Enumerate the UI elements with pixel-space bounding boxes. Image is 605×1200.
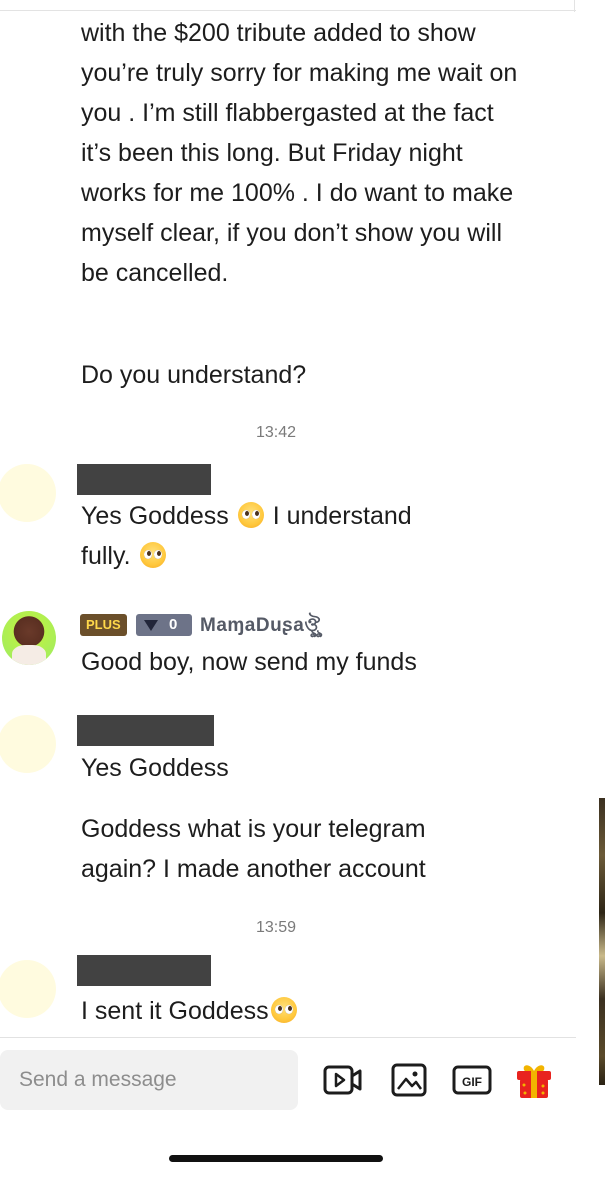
composer-divider	[0, 1037, 576, 1038]
image-icon[interactable]	[389, 1062, 429, 1098]
home-indicator[interactable]	[169, 1155, 383, 1162]
message-text-part: I sent it Goddess	[81, 997, 269, 1025]
message-input[interactable]	[0, 1050, 298, 1110]
pleading-face-emoji	[270, 997, 297, 1023]
redacted-username	[77, 464, 211, 495]
avatar-placeholder[interactable]	[0, 960, 56, 1018]
top-divider-edge	[574, 0, 575, 12]
pleading-face-emoji	[237, 502, 264, 528]
message-text: Yes Goddess I understand fully.	[81, 496, 521, 576]
timestamp: 13:59	[255, 919, 297, 936]
level-number: 0	[169, 616, 178, 633]
pleading-face-emoji	[139, 542, 166, 568]
timestamp: 13:42	[255, 424, 297, 441]
background-edge	[599, 798, 605, 1085]
message-text: Good boy, now send my funds	[81, 648, 417, 676]
message-text-part: Yes Goddess	[81, 502, 229, 530]
sender-username[interactable]: MaɱaDuʂaঔৣ	[200, 611, 320, 643]
gift-icon[interactable]	[515, 1061, 553, 1099]
redacted-username	[77, 955, 211, 986]
level-triangle-icon	[144, 620, 158, 631]
message-text: with the $200 tribute added to show you’…	[81, 19, 518, 287]
level-badge: 0	[136, 614, 192, 636]
redacted-username	[77, 715, 214, 746]
top-divider	[0, 10, 576, 11]
message-text-part: I understand	[272, 502, 412, 530]
avatar-placeholder[interactable]	[0, 715, 56, 773]
message-text: Goddess what is your telegram again? I m…	[81, 815, 426, 883]
message-text: Yes Goddess	[81, 754, 229, 782]
message-text: Do you understand?	[81, 361, 307, 389]
avatar-placeholder[interactable]	[0, 464, 56, 522]
message-text-part: fully.	[81, 542, 131, 570]
video-camera-icon[interactable]	[323, 1062, 363, 1098]
gif-icon[interactable]: GIF	[452, 1062, 492, 1098]
svg-text:GIF: GIF	[462, 1075, 482, 1089]
message-text: I sent it Goddess	[81, 991, 299, 1031]
plus-badge: PLUS	[80, 614, 127, 636]
sender-avatar[interactable]	[2, 611, 56, 665]
